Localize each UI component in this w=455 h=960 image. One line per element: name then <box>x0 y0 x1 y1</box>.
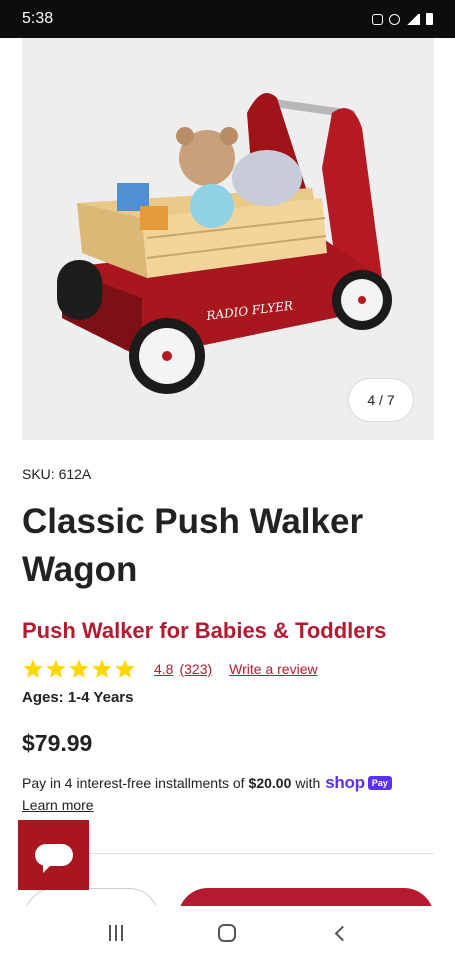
product-subtitle: Push Walker for Babies & Toddlers <box>22 618 387 643</box>
shop-pay-badge: Pay <box>367 776 392 790</box>
learn-more-link[interactable]: Learn more <box>22 797 94 813</box>
battery-icon <box>426 13 433 25</box>
recents-icon <box>108 925 123 941</box>
status-time: 5:38 <box>22 10 54 27</box>
alarm-icon <box>389 13 400 25</box>
product-rating: 4.8 (323) Write a review <box>22 657 318 681</box>
status-bar: 5:38 <box>0 0 455 38</box>
star-icon <box>23 659 43 678</box>
shop-pay-logo: shop <box>325 773 365 792</box>
gallery-counter: 4 / 7 <box>348 378 414 422</box>
back-button[interactable] <box>319 913 359 953</box>
star-icon <box>92 659 112 678</box>
rating-stars <box>22 658 136 680</box>
write-review-link[interactable]: Write a review <box>229 661 317 677</box>
star-icon <box>46 659 66 678</box>
home-button[interactable] <box>207 913 247 953</box>
system-nav-bar <box>0 906 455 960</box>
installments-info: Pay in 4 interest-free installments of $… <box>22 773 442 793</box>
notification-icon <box>372 13 383 25</box>
installments-suffix: with <box>295 775 321 791</box>
product-image-gallery[interactable]: RADIO FLYER 4 / 7 <box>22 38 434 440</box>
installments-prefix: Pay in 4 interest-free installments of <box>22 775 245 791</box>
back-icon <box>334 925 350 941</box>
installments-amount: $20.00 <box>248 775 292 791</box>
star-icon <box>69 659 89 678</box>
rating-count-link[interactable]: (323) <box>179 661 212 677</box>
recents-button[interactable] <box>96 913 136 953</box>
product-price: $79.99 <box>22 730 93 756</box>
rating-value-link[interactable]: 4.8 <box>154 661 173 677</box>
signal-icon <box>406 13 420 25</box>
product-title: Classic Push Walker Wagon <box>22 502 364 589</box>
chat-bubble-icon <box>34 844 73 873</box>
product-ages: Ages: 1-4 Years <box>22 689 134 706</box>
product-sku: SKU: 612A <box>22 466 92 482</box>
home-icon <box>218 924 237 942</box>
star-icon <box>115 659 135 678</box>
status-icons <box>372 13 433 25</box>
chat-button[interactable] <box>18 820 89 890</box>
